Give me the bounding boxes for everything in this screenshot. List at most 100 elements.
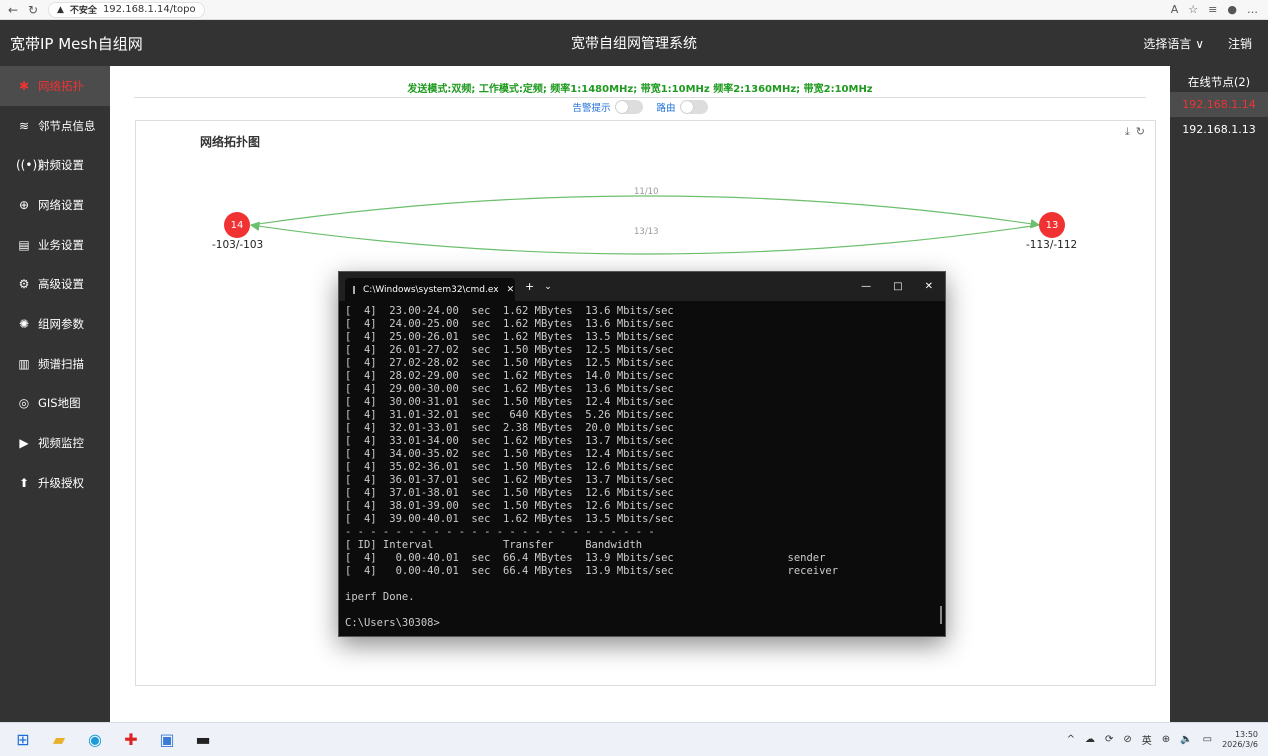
route-toggle-group: 路由	[657, 100, 708, 114]
terminal-line: [ 4] 31.01-32.01 sec 640 KBytes 5.26 Mbi…	[345, 409, 674, 421]
terminal-line: [ 4] 39.00-40.01 sec 1.62 MBytes 13.5 Mb…	[345, 513, 674, 525]
topology-title: 网络拓扑图	[200, 135, 261, 149]
sidebar-item-service[interactable]: ▤ 业务设置	[0, 225, 110, 265]
link-label: 13/13	[634, 227, 659, 237]
link-label: 11/10	[634, 187, 659, 197]
node-13[interactable]: 13	[1039, 212, 1065, 238]
language-select[interactable]: 选择语言 ∨	[1143, 35, 1204, 52]
app-header: 宽带IP Mesh自组网 宽带自组网管理系统 选择语言 ∨ 注销	[0, 20, 1268, 66]
tray-chevron-up-icon[interactable]: ^	[1067, 734, 1075, 745]
terminal-scrollbar[interactable]	[940, 606, 942, 624]
tray-network-icon[interactable]: ⊘	[1123, 734, 1131, 745]
terminal-line: [ 4] 23.00-24.00 sec 1.62 MBytes 13.6 Mb…	[345, 305, 674, 317]
read-aloud-icon[interactable]: A	[1171, 3, 1179, 16]
reload-icon[interactable]: ↻	[26, 3, 40, 17]
warning-icon: ▲	[57, 4, 64, 15]
online-nodes-title: 在线节点(2)	[1187, 75, 1251, 89]
terminal-line: [ 4] 28.02-29.00 sec 1.62 MBytes 14.0 Mb…	[345, 370, 674, 382]
terminal-line: [ 4] 0.00-40.01 sec 66.4 MBytes 13.9 Mbi…	[345, 565, 839, 577]
file-explorer-icon[interactable]: ▰	[48, 729, 70, 751]
terminal-line: [ 4] 0.00-40.01 sec 66.4 MBytes 13.9 Mbi…	[345, 552, 826, 564]
chevron-down-icon[interactable]: ⌄	[544, 282, 552, 292]
clock[interactable]: 13:50 2026/3/6	[1222, 730, 1258, 750]
download-icon[interactable]: ⤓	[1125, 125, 1130, 139]
sidebar-item-advanced[interactable]: ⚙ 高级设置	[0, 264, 110, 304]
sidebar-item-network-params[interactable]: ✺ 组网参数	[0, 304, 110, 344]
tray-language-icon[interactable]: ⊕	[1162, 734, 1170, 745]
toggle-row: 告警提示 路由	[110, 100, 1170, 114]
sidebar-item-label: 升级授权	[38, 475, 84, 490]
sidebar-item-label: 网络拓扑	[38, 78, 84, 93]
terminal-taskbar-icon[interactable]: ▬	[192, 729, 214, 751]
remote-desktop-icon[interactable]: ▣	[156, 729, 178, 751]
minimize-icon[interactable]: —	[861, 281, 871, 292]
alarm-toggle-group: 告警提示	[572, 100, 643, 114]
terminal-line: [ 4] 34.00-35.02 sec 1.50 MBytes 12.4 Mb…	[345, 448, 674, 460]
browser-toolbar: ← ↻ ▲ 不安全 192.168.1.14/topo A ☆ ≡ ● …	[0, 0, 1268, 20]
close-window-icon[interactable]: ✕	[925, 281, 933, 292]
terminal-line: [ 4] 26.01-27.02 sec 1.50 MBytes 12.5 Mb…	[345, 344, 674, 356]
app-icon[interactable]: ✚	[120, 729, 142, 751]
sidebar-item-label: GIS地图	[38, 396, 81, 411]
security-label: 不安全	[69, 6, 97, 16]
close-icon[interactable]: ✕	[507, 285, 515, 295]
camera-icon: ▶	[19, 436, 29, 451]
terminal-line: [ ID] Interval Transfer Bandwidth	[345, 539, 643, 551]
sidebar-item-label: 邻节点信息	[38, 118, 96, 133]
terminal-tab[interactable]: C:\Windows\system32\cmd.ex ✕	[345, 278, 515, 301]
windows-start-icon[interactable]: ⊞	[12, 729, 34, 751]
radio-icon: ((•))	[16, 158, 42, 173]
more-icon[interactable]: …	[1247, 3, 1258, 16]
profile-icon[interactable]: ●	[1227, 3, 1237, 16]
terminal-line: [ 4] 37.01-38.01 sec 1.50 MBytes 12.6 Mb…	[345, 487, 674, 499]
sidebar-item-network[interactable]: ⊕ 网络设置	[0, 185, 110, 225]
sidebar-item-video[interactable]: ▶ 视频监控	[0, 423, 110, 463]
terminal-window[interactable]: C:\Windows\system32\cmd.ex ✕ + ⌄ — □ ✕ […	[338, 271, 946, 637]
maximize-icon[interactable]: □	[893, 281, 902, 292]
favorite-icon[interactable]: ☆	[1188, 3, 1198, 16]
upgrade-icon: ⬆	[18, 475, 30, 490]
new-tab-icon[interactable]: +	[525, 280, 534, 293]
refresh-icon[interactable]: ↻	[1136, 125, 1145, 139]
taskbar: ⊞ ▰ ◉ ✚ ▣ ▬ ^ ☁ ⟳ ⊘ 英 ⊕ 🔈 ▭ 13:50 2026/3…	[0, 722, 1268, 756]
terminal-output[interactable]: [ 4] 23.00-24.00 sec 1.62 MBytes 13.6 Mb…	[339, 301, 945, 634]
alarm-switch[interactable]	[614, 100, 643, 114]
url-text: 192.168.1.14/topo	[102, 4, 196, 15]
service-icon: ▤	[18, 237, 30, 252]
node-14[interactable]: 14	[224, 212, 250, 238]
logout-button[interactable]: 注销	[1228, 35, 1252, 52]
globe-icon: ⊕	[18, 197, 30, 212]
address-bar[interactable]: ▲ 不安全 192.168.1.14/topo	[48, 1, 205, 18]
tray-app-icon[interactable]: ☁	[1085, 734, 1095, 745]
battery-icon[interactable]: ▭	[1203, 734, 1212, 745]
online-node-item[interactable]: 192.168.1.13	[1170, 117, 1268, 142]
alarm-label: 告警提示	[572, 103, 611, 114]
terminal-titlebar[interactable]: C:\Windows\system32\cmd.ex ✕ + ⌄ — □ ✕	[339, 272, 945, 301]
ime-indicator[interactable]: 英	[1142, 732, 1152, 747]
sidebar-item-label: 频谱扫描	[38, 356, 84, 371]
sidebar-item-gis[interactable]: ◎ GIS地图	[0, 384, 110, 424]
edge-browser-icon[interactable]: ◉	[84, 729, 106, 751]
terminal-line: [ 4] 33.01-34.00 sec 1.62 MBytes 13.7 Mb…	[345, 435, 674, 447]
sidebar-item-neighbor[interactable]: ≋ 邻节点信息	[0, 106, 110, 146]
sidebar-item-upgrade[interactable]: ⬆ 升级授权	[0, 463, 110, 503]
route-switch[interactable]	[679, 100, 708, 114]
gear-icon: ⚙	[18, 277, 30, 292]
online-node-item[interactable]: 192.168.1.14	[1170, 92, 1268, 117]
chevron-down-icon: ∨	[1195, 36, 1204, 51]
favorites-list-icon[interactable]: ≡	[1208, 3, 1217, 16]
terminal-line: C:\Users\30308>	[345, 617, 440, 629]
sidebar-item-spectrum[interactable]: ▥ 频谱扫描	[0, 344, 110, 384]
sidebar-item-label: 网络设置	[38, 197, 84, 212]
sidebar-item-topology[interactable]: ✱ 网络拓扑	[0, 66, 110, 106]
sidebar-item-radio[interactable]: ((•)) 射频设置	[0, 145, 110, 185]
node-rssi: -113/-112	[1026, 239, 1078, 251]
sidebar-item-label: 组网参数	[38, 316, 84, 331]
back-icon[interactable]: ←	[6, 3, 20, 17]
tray-sync-icon[interactable]: ⟳	[1105, 734, 1113, 745]
terminal-line: iperf Done.	[345, 591, 415, 603]
terminal-line: [ 4] 36.01-37.01 sec 1.62 MBytes 13.7 Mb…	[345, 474, 674, 486]
volume-icon[interactable]: 🔈	[1180, 734, 1192, 745]
